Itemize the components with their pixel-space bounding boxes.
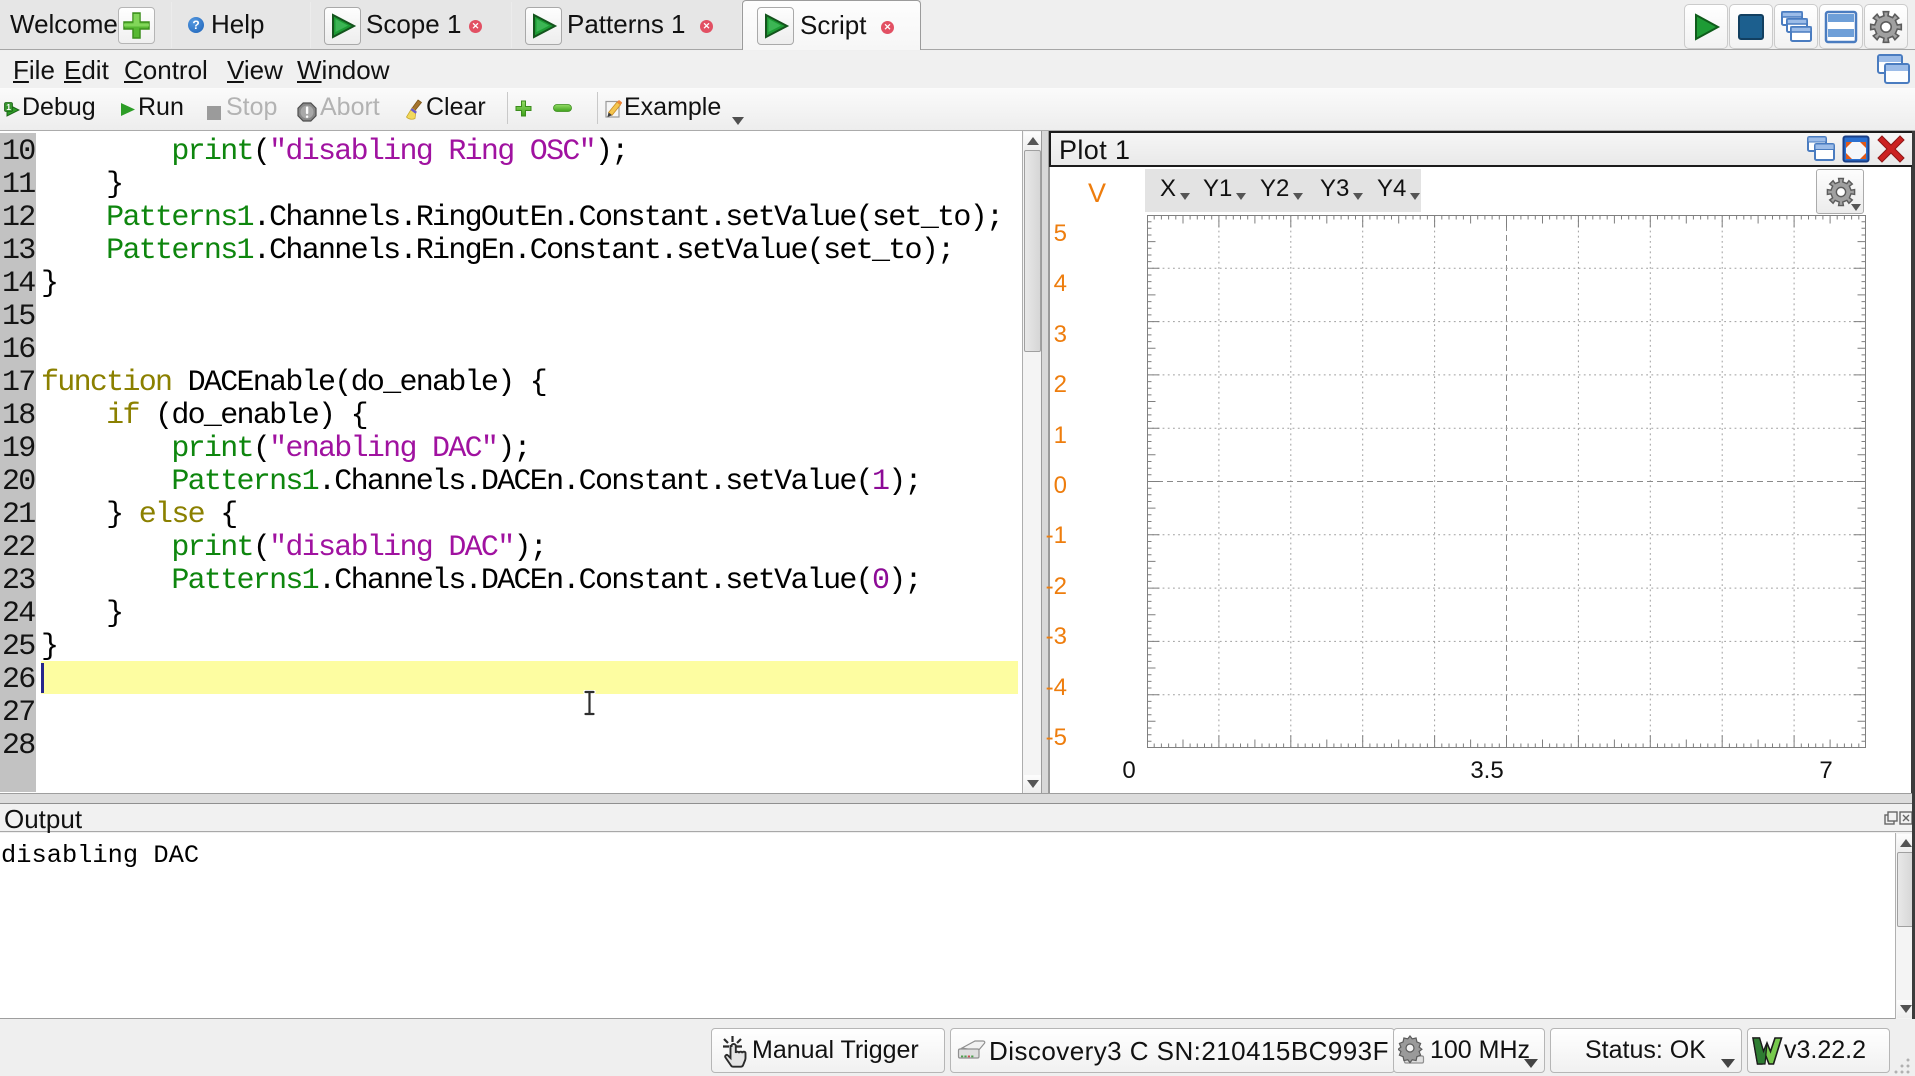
- svg-text:1: 1: [6, 102, 11, 112]
